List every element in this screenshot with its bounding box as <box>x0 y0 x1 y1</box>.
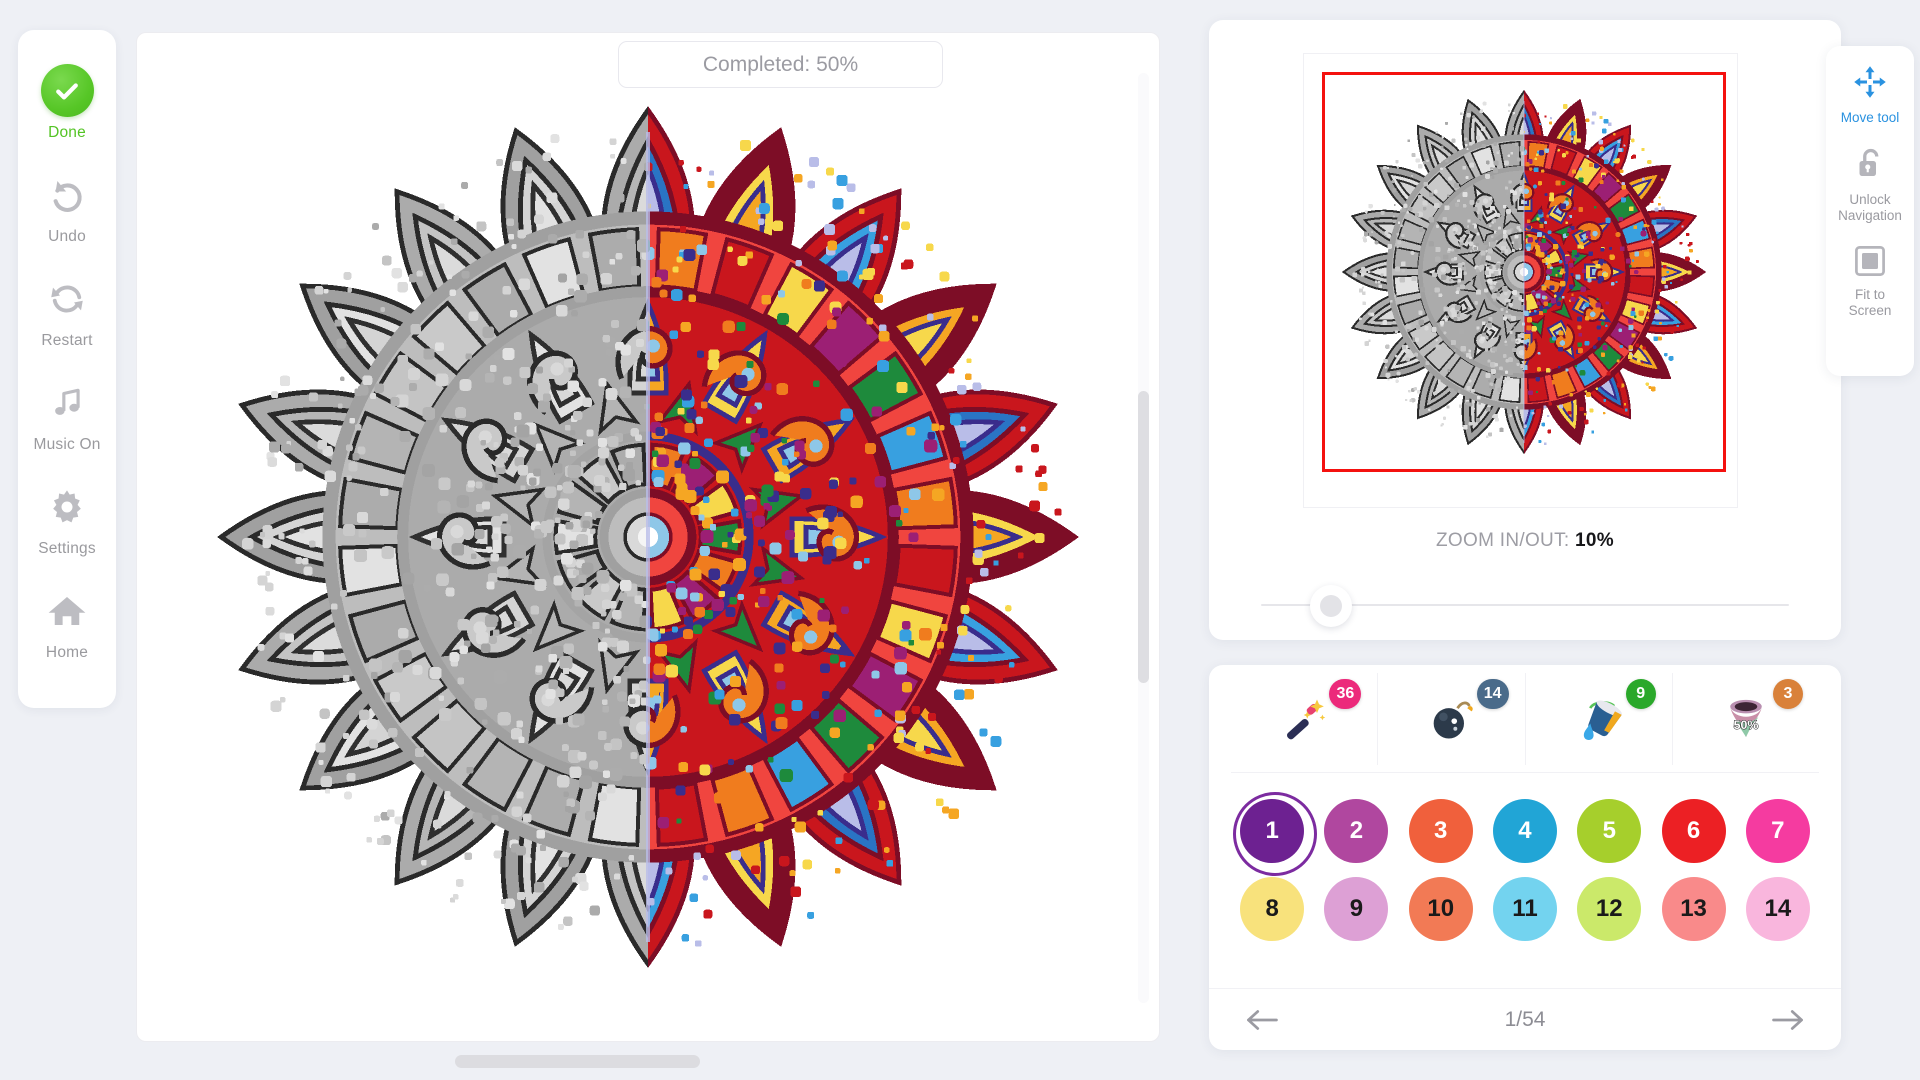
minimap-mandala-preview <box>1341 89 1707 455</box>
minimap-frame <box>1303 53 1738 508</box>
sidebar-label-settings: Settings <box>38 540 96 557</box>
restart-circular-arrows-icon <box>41 272 94 325</box>
completed-progress-pill: Completed: 50% <box>618 41 943 88</box>
powerup-magic-wand-badge: 36 <box>1329 678 1362 709</box>
bomb-icon <box>1434 701 1474 738</box>
color-swatch-number: 10 <box>1427 895 1455 922</box>
sidebar-item-settings[interactable]: Settings <box>18 480 116 558</box>
powerup-bomb[interactable]: 14 <box>1377 672 1524 765</box>
color-swatch-9[interactable]: 9 <box>1324 877 1389 941</box>
color-swatch-2[interactable]: 2 <box>1324 799 1389 863</box>
powerup-tornado-badge: 3 <box>1773 678 1803 709</box>
tornado-overlay-text: 50% <box>1734 718 1759 732</box>
color-swatch-10[interactable]: 10 <box>1408 877 1473 941</box>
palette-card: 36 14 9 50% 3 1 2 3 4 5 6 7 8 9 10 11 12… <box>1209 665 1841 1050</box>
gear-icon <box>41 480 94 533</box>
color-swatch-11[interactable]: 11 <box>1492 877 1557 941</box>
palette-pager: 1/54 <box>1209 988 1841 1050</box>
navigation-toolbar: Move tool Unlock Navigation Fit to Scree… <box>1826 46 1914 376</box>
arrow-right-icon <box>1772 1009 1803 1030</box>
zoom-value-text: 10% <box>1575 530 1614 551</box>
zoom-slider[interactable] <box>1261 585 1789 627</box>
sidebar-item-home[interactable]: Home <box>18 584 116 662</box>
zoom-slider-thumb-dot <box>1319 595 1342 617</box>
coloring-canvas-panel[interactable]: Completed: 50% <box>136 32 1160 1042</box>
tool-move-label: Move tool <box>1840 110 1900 125</box>
paint-bucket-icon <box>1583 699 1622 740</box>
sidebar-item-undo[interactable]: Undo <box>18 168 116 246</box>
zoom-prefix-text: ZOOM IN/OUT: <box>1436 530 1570 551</box>
fit-square-icon <box>1854 245 1886 282</box>
check-circle-icon <box>40 64 94 117</box>
music-note-icon <box>41 376 94 429</box>
sidebar-label-home: Home <box>45 644 89 661</box>
color-swatch-7[interactable]: 7 <box>1745 799 1810 863</box>
undo-arrow-icon <box>41 168 94 221</box>
color-swatch-number: 2 <box>1349 817 1364 844</box>
color-swatch-6[interactable]: 6 <box>1661 799 1726 863</box>
color-swatch-number: 11 <box>1512 895 1538 922</box>
color-swatch-3[interactable]: 3 <box>1408 799 1473 863</box>
powerup-magic-wand[interactable]: 36 <box>1231 673 1377 765</box>
left-sidebar: Done Undo Restart Music On Settings Home <box>18 30 116 708</box>
color-swatch-number: 14 <box>1764 895 1792 922</box>
sidebar-label-restart: Restart <box>41 332 93 349</box>
color-swatch-number: 5 <box>1602 817 1616 844</box>
powerup-tornado[interactable]: 50% 3 <box>1671 672 1819 765</box>
color-swatch-grid: 1 2 3 4 5 6 7 8 9 10 11 12 13 14 <box>1209 773 1841 951</box>
color-swatch-4[interactable]: 4 <box>1492 799 1557 863</box>
color-swatch-number: 1 <box>1265 817 1279 844</box>
color-swatch-number: 8 <box>1265 895 1279 922</box>
pager-next-button[interactable] <box>1771 1007 1805 1033</box>
tornado-icon: 50% <box>1730 699 1762 737</box>
sidebar-item-music[interactable]: Music On <box>18 376 116 454</box>
color-swatch-8[interactable]: 8 <box>1240 877 1305 941</box>
color-swatch-1[interactable]: 1 <box>1233 792 1318 876</box>
color-swatch-12[interactable]: 12 <box>1577 877 1642 941</box>
mandala-artwork[interactable] <box>208 97 1088 977</box>
open-lock-icon <box>1854 146 1886 187</box>
completed-progress-text: Completed: 50% <box>702 52 859 76</box>
sidebar-label-music: Music On <box>33 436 101 453</box>
powerup-paint-bucket-badge: 9 <box>1625 678 1656 709</box>
canvas-stage[interactable] <box>137 33 1159 1041</box>
sidebar-label-undo: Undo <box>48 228 86 245</box>
arrow-left-icon <box>1247 1009 1278 1030</box>
pager-prev-button[interactable] <box>1245 1007 1279 1033</box>
zoom-slider-thumb[interactable] <box>1309 585 1352 627</box>
tool-unlock-navigation-label: Unlock Navigation <box>1838 192 1902 224</box>
tool-unlock-navigation[interactable]: Unlock Navigation <box>1826 146 1914 224</box>
color-swatch-number: 12 <box>1595 895 1623 922</box>
pager-page-indicator: 1/54 <box>1504 1007 1546 1031</box>
color-swatch-5[interactable]: 5 <box>1577 799 1642 863</box>
tool-fit-to-screen[interactable]: Fit to Screen <box>1826 245 1914 319</box>
sidebar-item-restart[interactable]: Restart <box>18 272 116 350</box>
tool-move[interactable]: Move tool <box>1826 64 1914 126</box>
vertical-scrollbar-thumb[interactable] <box>1138 391 1149 683</box>
color-swatch-number: 9 <box>1349 895 1364 922</box>
house-icon <box>41 584 94 637</box>
horizontal-scrollbar-thumb[interactable] <box>455 1055 700 1068</box>
color-swatch-14[interactable]: 14 <box>1745 877 1810 941</box>
tool-fit-to-screen-label: Fit to Screen <box>1848 286 1892 318</box>
sidebar-item-done[interactable]: Done <box>18 64 116 142</box>
minimap-card: ZOOM IN/OUT: 10% <box>1209 20 1841 640</box>
zoom-level-label: ZOOM IN/OUT: 10% <box>1209 530 1841 552</box>
color-swatch-number: 4 <box>1518 817 1532 844</box>
powerup-bomb-badge: 14 <box>1476 678 1509 709</box>
powerup-row: 36 14 9 50% 3 <box>1231 665 1819 773</box>
color-swatch-number: 7 <box>1771 817 1785 844</box>
magic-wand-icon <box>1287 699 1326 739</box>
move-arrows-icon <box>1852 64 1888 105</box>
color-swatch-number: 6 <box>1686 817 1701 844</box>
sidebar-label-done: Done <box>48 124 86 141</box>
app-root: Done Undo Restart Music On Settings Home… <box>0 0 1920 1080</box>
powerup-paint-bucket[interactable]: 9 <box>1524 672 1672 765</box>
color-swatch-number: 3 <box>1434 817 1448 844</box>
color-swatch-number: 13 <box>1680 895 1707 922</box>
minimap-viewport-rect[interactable] <box>1322 72 1726 472</box>
color-swatch-13[interactable]: 13 <box>1661 877 1726 941</box>
